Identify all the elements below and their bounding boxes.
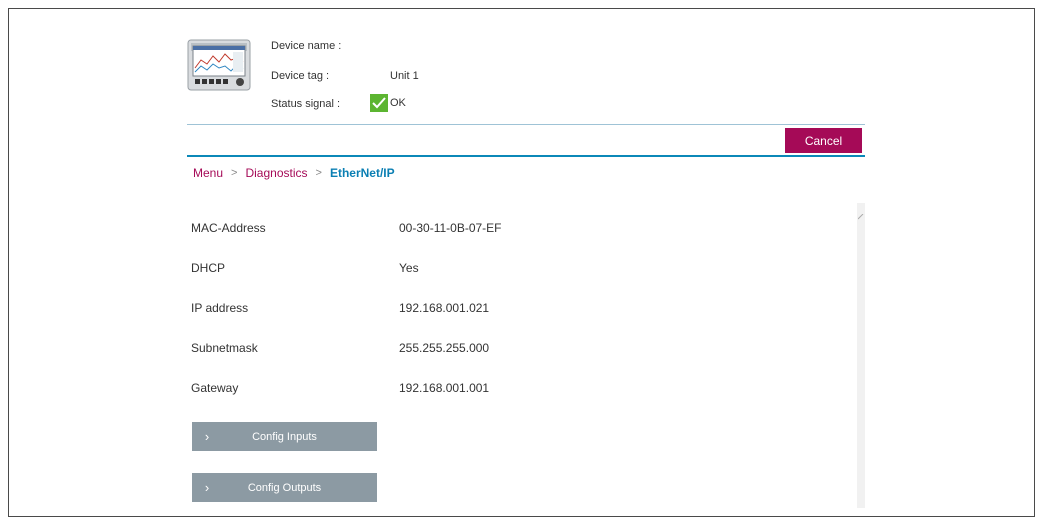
breadcrumb-separator: >	[315, 167, 322, 179]
config-outputs-label: Config Outputs	[247, 481, 322, 494]
subnetmask-value: 255.255.255.000	[399, 341, 490, 355]
dhcp-value: Yes	[399, 261, 419, 275]
gateway-value: 192.168.001.001	[399, 381, 490, 395]
device-tag-label: Device tag :	[271, 70, 330, 82]
device-tag-value: Unit 1	[390, 70, 419, 82]
device-image	[187, 39, 251, 91]
breadcrumb-menu[interactable]: Menu	[193, 166, 223, 180]
gateway-label: Gateway	[191, 381, 239, 395]
status-signal-value: OK	[390, 97, 406, 109]
config-outputs-button[interactable]: › Config Outputs	[192, 473, 377, 502]
mac-address-value: 00-30-11-0B-07-EF	[399, 221, 502, 235]
cancel-button[interactable]: Cancel	[785, 128, 862, 153]
status-signal-label: Status signal :	[271, 98, 341, 110]
chevron-right-icon: ›	[204, 429, 210, 444]
check-icon	[370, 94, 388, 112]
toolbar-divider	[187, 155, 865, 157]
chevron-right-icon: ›	[204, 480, 210, 495]
breadcrumb: Menu > Diagnostics > EtherNet/IP	[193, 166, 395, 180]
breadcrumb-diagnostics[interactable]: Diagnostics	[245, 166, 307, 180]
breadcrumb-separator: >	[231, 167, 238, 179]
status-signal: OK	[370, 94, 406, 112]
config-inputs-button[interactable]: › Config Inputs	[192, 422, 377, 451]
dhcp-label: DHCP	[191, 261, 226, 275]
config-inputs-label: Config Inputs	[252, 430, 317, 443]
ip-address-label: IP address	[191, 301, 249, 315]
scrollbar[interactable]	[857, 203, 865, 508]
device-name-label: Device name :	[271, 40, 342, 52]
breadcrumb-current: EtherNet/IP	[329, 166, 395, 180]
subnetmask-label: Subnetmask	[191, 341, 258, 355]
header-divider	[187, 124, 865, 125]
page-frame	[8, 8, 1035, 517]
ip-address-value: 192.168.001.021	[399, 301, 490, 315]
mac-address-label: MAC-Address	[191, 221, 266, 235]
scroll-up-arrow-icon[interactable]	[858, 214, 864, 220]
